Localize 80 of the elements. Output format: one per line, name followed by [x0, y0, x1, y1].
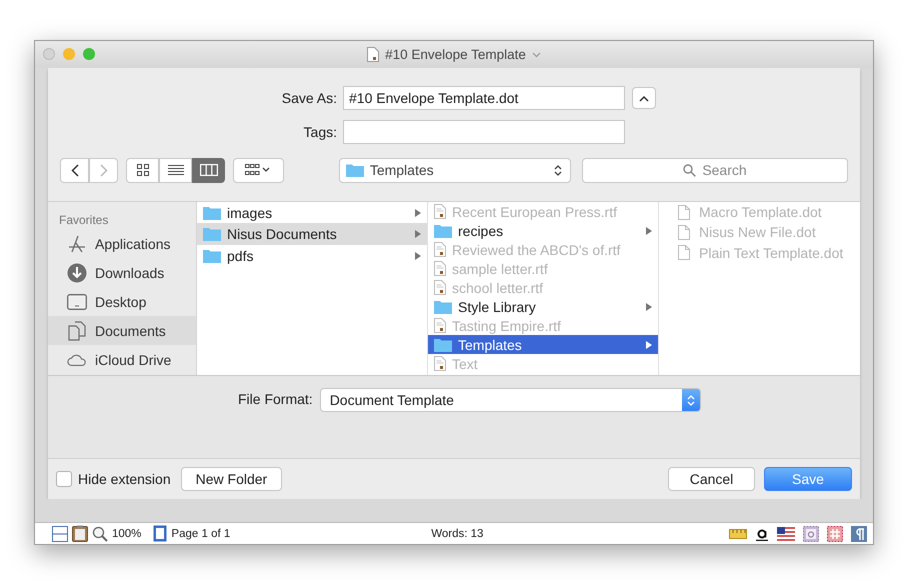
file-format-dropdown[interactable]: Document Template — [320, 388, 701, 412]
layout-icon[interactable] — [52, 526, 68, 542]
underline-icon[interactable] — [755, 526, 769, 540]
page-icon[interactable] — [153, 525, 168, 542]
document-icon — [434, 318, 446, 333]
hide-extension-checkbox[interactable]: Hide extension — [56, 471, 171, 487]
folder-item[interactable]: pdfs — [197, 244, 427, 266]
window-title: #10 Envelope Template — [385, 47, 526, 62]
list-view-button[interactable] — [159, 158, 192, 182]
folder-icon — [203, 227, 221, 242]
documents-icon — [67, 320, 87, 340]
cloud-icon — [67, 352, 87, 366]
chevron-right-icon — [100, 164, 108, 176]
sidebar-item[interactable]: Applications — [48, 229, 196, 258]
disclosure-triangle-icon — [646, 302, 652, 310]
character-icon[interactable] — [803, 526, 819, 542]
flag-icon[interactable] — [777, 526, 795, 540]
applications-icon — [67, 234, 87, 252]
location-dropdown[interactable]: Templates — [338, 158, 571, 182]
updown-arrows-icon — [554, 164, 562, 176]
pilcrow-icon[interactable] — [851, 526, 867, 542]
hash-icon[interactable] — [827, 526, 843, 542]
zoom-level[interactable]: 100% — [112, 528, 142, 540]
sidebar-item[interactable]: iCloud Drive — [48, 345, 196, 374]
clipboard-icon[interactable] — [72, 525, 88, 542]
disclosure-triangle-icon — [415, 230, 421, 238]
search-icon — [683, 164, 696, 176]
save-as-field[interactable]: #10 Envelope Template.dot — [343, 86, 625, 110]
document-icon — [434, 261, 446, 276]
folder-icon — [346, 163, 364, 177]
grid-icon — [136, 164, 148, 176]
chevron-down-icon — [532, 52, 541, 58]
arrange-button[interactable] — [233, 158, 284, 182]
sidebar-item[interactable]: Documents — [48, 316, 196, 345]
folder-icon — [203, 248, 221, 263]
column-view-button[interactable] — [192, 158, 225, 182]
folder-item[interactable]: images — [197, 202, 427, 224]
folder-icon — [434, 300, 452, 314]
folder-item[interactable]: recipes — [428, 221, 658, 240]
collapse-button[interactable] — [632, 87, 656, 109]
updown-arrows-icon — [682, 389, 700, 411]
sidebar-item[interactable]: Downloads — [48, 258, 196, 287]
blank-document-icon — [678, 245, 690, 260]
document-icon — [367, 47, 380, 62]
save-as-label: Save As: — [280, 90, 337, 106]
page-count: Page 1 of 1 — [171, 528, 230, 540]
download-icon — [67, 262, 87, 282]
ruler-icon[interactable] — [729, 528, 747, 538]
folder-item[interactable]: Nisus Documents — [197, 223, 427, 245]
file-format-label: File Format: — [238, 391, 313, 407]
desktop-icon — [67, 294, 87, 310]
tags-field[interactable] — [343, 120, 625, 144]
back-button[interactable] — [60, 158, 89, 182]
disclosure-triangle-icon — [646, 226, 652, 234]
blank-document-icon — [678, 204, 690, 220]
sidebar-item[interactable]: Desktop — [48, 287, 196, 316]
word-count: Words: 13 — [431, 528, 484, 540]
cancel-button[interactable]: Cancel — [668, 467, 755, 491]
folder-item[interactable]: Templates — [428, 335, 658, 354]
disclosure-triangle-icon — [646, 340, 652, 348]
folder-icon — [203, 206, 221, 220]
document-icon — [434, 280, 446, 295]
folder-icon — [434, 224, 452, 238]
document-icon — [434, 356, 446, 371]
sidebar-heading: Favorites — [58, 212, 110, 229]
list-icon — [168, 164, 184, 176]
disclosure-triangle-icon — [415, 252, 421, 260]
disclosure-triangle-icon — [415, 209, 421, 218]
tags-label: Tags: — [302, 124, 337, 140]
arrange-icon — [245, 164, 272, 176]
new-folder-button[interactable]: New Folder — [180, 467, 282, 491]
folder-item[interactable]: Style Library — [428, 297, 658, 316]
chevron-up-icon — [639, 94, 649, 102]
folder-icon — [434, 338, 452, 352]
magnifier-icon[interactable] — [92, 526, 108, 542]
blank-document-icon — [678, 224, 690, 240]
columns-icon — [200, 164, 218, 176]
document-icon — [434, 242, 446, 257]
chevron-left-icon — [70, 164, 78, 176]
icon-view-button[interactable] — [126, 158, 159, 182]
